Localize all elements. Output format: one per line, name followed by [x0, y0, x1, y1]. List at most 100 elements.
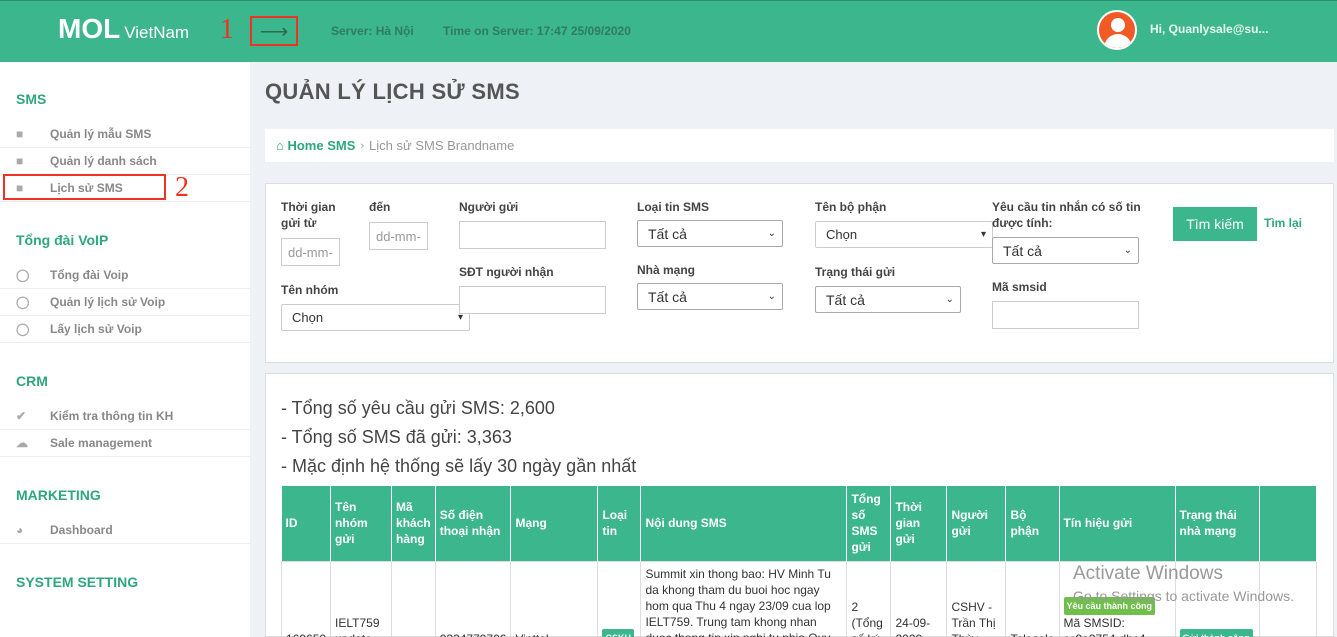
col-header-extra[interactable]: [1259, 486, 1317, 561]
col-header-phone[interactable]: Số điện thoại nhận: [435, 486, 512, 561]
sidebar-item-label: Kiểm tra thông tin KH: [50, 409, 174, 423]
server-label: Server: Hà Nội: [331, 24, 414, 38]
top-header: MOL VietNam 1 ⟶ Server: Hà Nội Time on Se…: [0, 0, 1337, 62]
dashboard-icon: ◕: [16, 523, 24, 537]
sms-count-label: Yêu cầu tin nhắn có số tin được tính:: [992, 200, 1141, 230]
summary-total-sent: - Tổng số SMS đã gửi: 3,363: [281, 427, 512, 447]
sidebar-item-voip[interactable]: ◯ Tổng đài Voip: [0, 262, 250, 289]
logo[interactable]: MOL VietNam: [58, 13, 189, 45]
cell-phone: 0334779706: [434, 560, 512, 637]
sms-history-table: ID Tên nhóm gửi Mã khách hàng Số điện th…: [280, 486, 1317, 637]
sidebar-section-crm: CRM: [16, 373, 48, 389]
send-status-select[interactable]: Tất cả ⌄: [815, 286, 961, 313]
headset-icon: ◯: [16, 268, 30, 282]
summary-total-requests: - Tổng số yêu cầu gửi SMS: 2,600: [281, 398, 555, 418]
department-select[interactable]: Chọn ▾: [815, 221, 993, 248]
sidebar-item-sms-templates[interactable]: ■ Quản lý mẫu SMS: [0, 121, 250, 148]
sidebar-item-label: Dashboard: [50, 523, 113, 537]
caret-down-icon: ▾: [980, 229, 986, 240]
annotation-1: 1: [220, 14, 234, 45]
arrow-right-icon: ⟶: [259, 20, 289, 43]
cell-content: Summit xin thong bao: HV Minh Tu da khon…: [640, 560, 848, 637]
col-header-carrier-status[interactable]: Trạng thái nhà mạng: [1175, 486, 1260, 561]
sidebar-item-label: Tổng đài Voip: [50, 268, 129, 282]
sms-count-select[interactable]: Tất cả ⌄: [992, 237, 1139, 264]
chevron-down-icon: ⌄: [1123, 245, 1132, 256]
breadcrumb-separator: ›: [360, 139, 365, 152]
server-time: Time on Server: 17:47 25/09/2020: [443, 24, 631, 38]
col-header-signal[interactable]: Tín hiệu gửi: [1059, 486, 1176, 561]
col-header-total[interactable]: Tổng số SMS gửi: [846, 486, 892, 561]
logo-sub: VietNam: [124, 23, 190, 42]
annotation-box-2: [3, 174, 166, 200]
summary-default-range: - Mặc định hệ thống sẽ lấy 30 ngày gần n…: [281, 456, 637, 476]
date-to-label: đến: [369, 200, 391, 214]
search-button[interactable]: Tìm kiếm: [1173, 207, 1257, 241]
col-header-customer[interactable]: Mã khách hàng: [391, 486, 436, 561]
activate-windows-sub: Go to Settings to activate Windows.: [1073, 588, 1294, 604]
col-header-sender[interactable]: Người gửi: [946, 486, 1007, 561]
cell-time: 24-09-2020: [890, 560, 948, 637]
sidebar-section-sms: SMS: [16, 91, 47, 107]
col-header-id[interactable]: ID: [281, 486, 332, 561]
cell-type: CSKH: [597, 560, 642, 637]
carrier-select[interactable]: Tất cả ⌄: [637, 283, 783, 310]
cell-sender: CSHV - Trần Thị Thùy: [946, 560, 1007, 637]
date-to-input[interactable]: dd-mm-: [369, 222, 428, 250]
cell-group: IELT759 update: [330, 560, 393, 637]
sms-count-value: Tất cả: [1003, 242, 1042, 259]
carrier-value: Tất cả: [648, 288, 687, 305]
col-header-group[interactable]: Tên nhóm gửi: [330, 486, 393, 561]
page-title: QUẢN LÝ LỊCH SỬ SMS: [265, 79, 520, 104]
carrier-label: Nhà mạng: [637, 263, 696, 277]
sms-type-select[interactable]: Tất cả ⌄: [637, 220, 783, 247]
carrier-status-badge: Gửi thành công: [1179, 628, 1253, 637]
sidebar-item-label: Quản lý mẫu SMS: [50, 127, 152, 141]
annotation-2: 2: [175, 172, 189, 203]
sidebar-toggle-button[interactable]: ⟶: [250, 16, 298, 46]
sidebar-item-lists[interactable]: ■ Quản lý danh sách: [0, 148, 250, 175]
col-header-time[interactable]: Thời gian gửi: [890, 486, 948, 561]
breadcrumb-current: Lịch sử SMS Brandname: [369, 138, 515, 153]
sidebar-item-dashboard[interactable]: ◕ Dashboard: [0, 517, 250, 544]
sms-type-value: Tất cả: [648, 225, 687, 242]
sidebar-item-voip-history[interactable]: ◯ Quản lý lịch sử Voip: [0, 289, 250, 316]
group-name-select[interactable]: Chọn ▾: [281, 304, 470, 331]
col-header-network[interactable]: Mạng: [510, 486, 599, 561]
col-header-content[interactable]: Nội dung SMS: [640, 486, 848, 561]
recipient-phone-label: SĐT người nhận: [459, 265, 554, 279]
sidebar-item-check-customer[interactable]: ✔ Kiểm tra thông tin KH: [0, 403, 250, 430]
cell-network: Viettel: [510, 560, 599, 637]
smsid-label: Mã smsid: [992, 280, 1047, 294]
cell-id: 169650: [280, 560, 332, 637]
col-header-dept[interactable]: Bộ phận: [1005, 486, 1060, 561]
avatar[interactable]: [1097, 10, 1137, 50]
breadcrumb-home[interactable]: ⌂ Home SMS: [276, 138, 355, 153]
user-greeting[interactable]: Hi, Quanlysale@su...: [1150, 22, 1268, 36]
logo-main: MOL: [58, 13, 121, 44]
send-status-label: Trạng thái gửi: [815, 265, 896, 279]
department-value: Chọn: [826, 227, 858, 242]
col-header-type[interactable]: Loại tin: [597, 486, 642, 561]
department-label: Tên bộ phận: [815, 200, 887, 214]
cell-dept: Telesale: [1005, 560, 1060, 637]
signal-smsid: Mã SMSID: cc9a2754-dbc4-: [1063, 615, 1150, 637]
sender-label: Người gửi: [459, 200, 519, 214]
recipient-phone-input[interactable]: [459, 286, 606, 314]
sidebar-section-system-setting[interactable]: SYSTEM SETTING: [16, 574, 138, 590]
sms-type-label: Loại tin SMS: [637, 200, 709, 214]
type-badge: CSKH: [602, 628, 634, 637]
sidebar-item-voip-fetch[interactable]: ◯ Lấy lịch sử Voip: [0, 316, 250, 343]
headset-icon: ◯: [16, 295, 30, 309]
smsid-input[interactable]: [992, 301, 1139, 329]
activate-windows-title: Activate Windows: [1073, 563, 1223, 584]
sidebar-section-marketing: MARKETING: [16, 487, 101, 503]
chevron-down-icon: ⌄: [767, 228, 776, 239]
sidebar-item-sale-management[interactable]: ☁ Sale management: [0, 430, 250, 457]
breadcrumb: ⌂ Home SMS › Lịch sử SMS Brandname: [265, 129, 1334, 162]
date-from-input[interactable]: dd-mm-: [281, 238, 340, 266]
sender-input[interactable]: [459, 221, 606, 249]
sidebar-item-label: Quản lý lịch sử Voip: [50, 295, 166, 309]
reset-link[interactable]: Tìm lại: [1264, 216, 1302, 230]
chat-icon: ■: [16, 154, 24, 168]
